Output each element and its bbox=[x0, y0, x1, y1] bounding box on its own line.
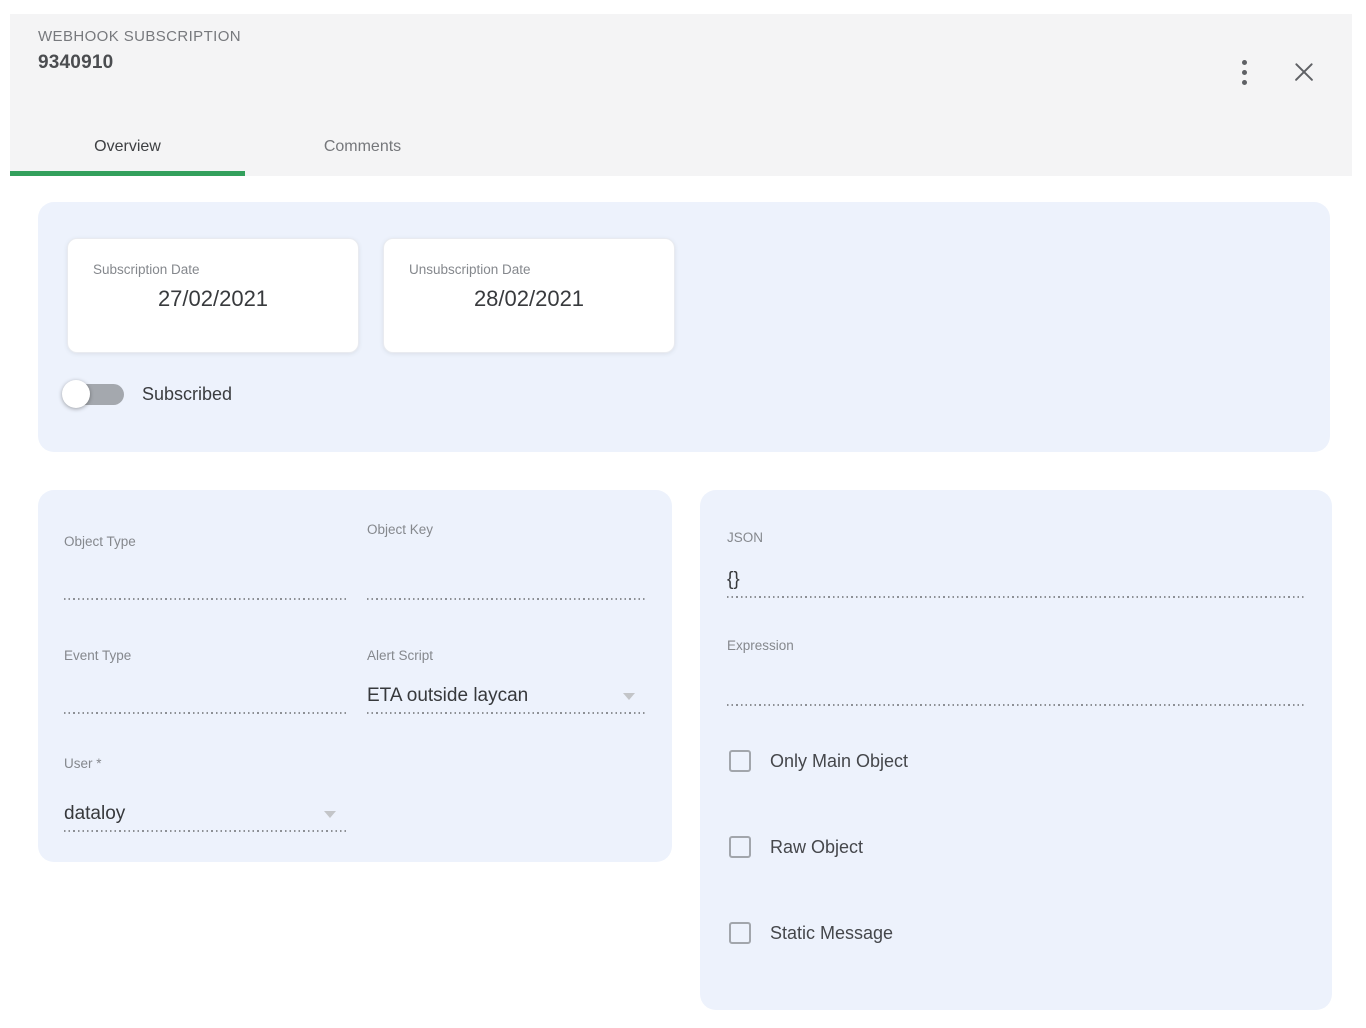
expression-input[interactable] bbox=[727, 677, 1305, 699]
field-expression: Expression bbox=[727, 638, 1305, 706]
alert-script-select[interactable]: ETA outside laycan bbox=[367, 685, 645, 707]
object-type-input[interactable] bbox=[64, 571, 346, 593]
subscribed-toggle-row: Subscribed bbox=[62, 378, 232, 410]
dialog-header: WEBHOOK SUBSCRIPTION 9340910 Overview Co… bbox=[10, 14, 1352, 176]
toggle-thumb bbox=[62, 380, 90, 408]
subscription-date-value[interactable]: 27/02/2021 bbox=[68, 286, 358, 312]
chevron-down-icon[interactable] bbox=[623, 693, 635, 700]
details-card: Object Type Object Key Event Type Alert … bbox=[38, 490, 672, 862]
json-underline bbox=[727, 596, 1305, 598]
tab-comments-label: Comments bbox=[324, 138, 401, 156]
page-title: 9340910 bbox=[38, 52, 241, 74]
payload-card: JSON {} Expression Only Main Object Raw … bbox=[700, 490, 1332, 1010]
chevron-down-icon[interactable] bbox=[324, 811, 336, 818]
kebab-menu-icon bbox=[1242, 60, 1247, 85]
subscribed-toggle-label: Subscribed bbox=[142, 384, 232, 405]
object-type-underline bbox=[64, 598, 346, 600]
field-object-key: Object Key bbox=[367, 522, 645, 600]
subscription-date-label: Subscription Date bbox=[93, 262, 358, 277]
subscribed-toggle[interactable] bbox=[62, 379, 126, 409]
more-options-button[interactable] bbox=[1224, 52, 1264, 92]
json-input[interactable]: {} bbox=[727, 569, 1305, 591]
dialog-title-block: WEBHOOK SUBSCRIPTION 9340910 bbox=[38, 28, 241, 74]
close-icon bbox=[1293, 61, 1315, 83]
active-tab-indicator bbox=[10, 171, 245, 176]
object-type-label: Object Type bbox=[64, 534, 136, 549]
subscription-date-field[interactable]: Subscription Date 27/02/2021 bbox=[67, 238, 359, 353]
raw-object-label: Raw Object bbox=[770, 837, 863, 858]
alert-script-label: Alert Script bbox=[367, 648, 433, 663]
field-object-type: Object Type bbox=[64, 534, 346, 600]
json-label: JSON bbox=[727, 530, 763, 545]
event-type-input[interactable] bbox=[64, 685, 346, 707]
checkbox-icon[interactable] bbox=[729, 922, 751, 944]
event-type-underline bbox=[64, 712, 346, 714]
only-main-object-label: Only Main Object bbox=[770, 751, 908, 772]
checkbox-only-main-object[interactable]: Only Main Object bbox=[729, 746, 908, 776]
subscription-dates-card: Subscription Date 27/02/2021 Unsubscript… bbox=[38, 202, 1330, 452]
checkbox-raw-object[interactable]: Raw Object bbox=[729, 832, 863, 862]
checkbox-static-message[interactable]: Static Message bbox=[729, 918, 893, 948]
static-message-label: Static Message bbox=[770, 923, 893, 944]
checkbox-icon[interactable] bbox=[729, 750, 751, 772]
tab-overview-label: Overview bbox=[94, 138, 161, 156]
object-key-input[interactable] bbox=[367, 571, 645, 593]
unsubscription-date-field[interactable]: Unsubscription Date 28/02/2021 bbox=[383, 238, 675, 353]
event-type-label: Event Type bbox=[64, 648, 131, 663]
tab-overview[interactable]: Overview bbox=[10, 128, 245, 176]
checkbox-icon[interactable] bbox=[729, 836, 751, 858]
field-user: User * dataloy bbox=[64, 756, 346, 832]
field-event-type: Event Type bbox=[64, 648, 346, 714]
unsubscription-date-label: Unsubscription Date bbox=[409, 262, 674, 277]
dialog-overline: WEBHOOK SUBSCRIPTION bbox=[38, 28, 241, 45]
expression-underline bbox=[727, 704, 1305, 706]
expression-label: Expression bbox=[727, 638, 794, 653]
field-alert-script: Alert Script ETA outside laycan bbox=[367, 648, 645, 714]
user-label: User * bbox=[64, 756, 102, 771]
user-select[interactable]: dataloy bbox=[64, 803, 346, 825]
object-key-label: Object Key bbox=[367, 522, 433, 537]
unsubscription-date-value[interactable]: 28/02/2021 bbox=[384, 286, 674, 312]
tab-comments[interactable]: Comments bbox=[245, 128, 480, 176]
tab-bar: Overview Comments bbox=[10, 128, 480, 176]
object-key-underline bbox=[367, 598, 645, 600]
alert-script-underline bbox=[367, 712, 645, 714]
user-underline bbox=[64, 830, 346, 832]
close-button[interactable] bbox=[1284, 52, 1324, 92]
field-json: JSON {} bbox=[727, 530, 1305, 598]
